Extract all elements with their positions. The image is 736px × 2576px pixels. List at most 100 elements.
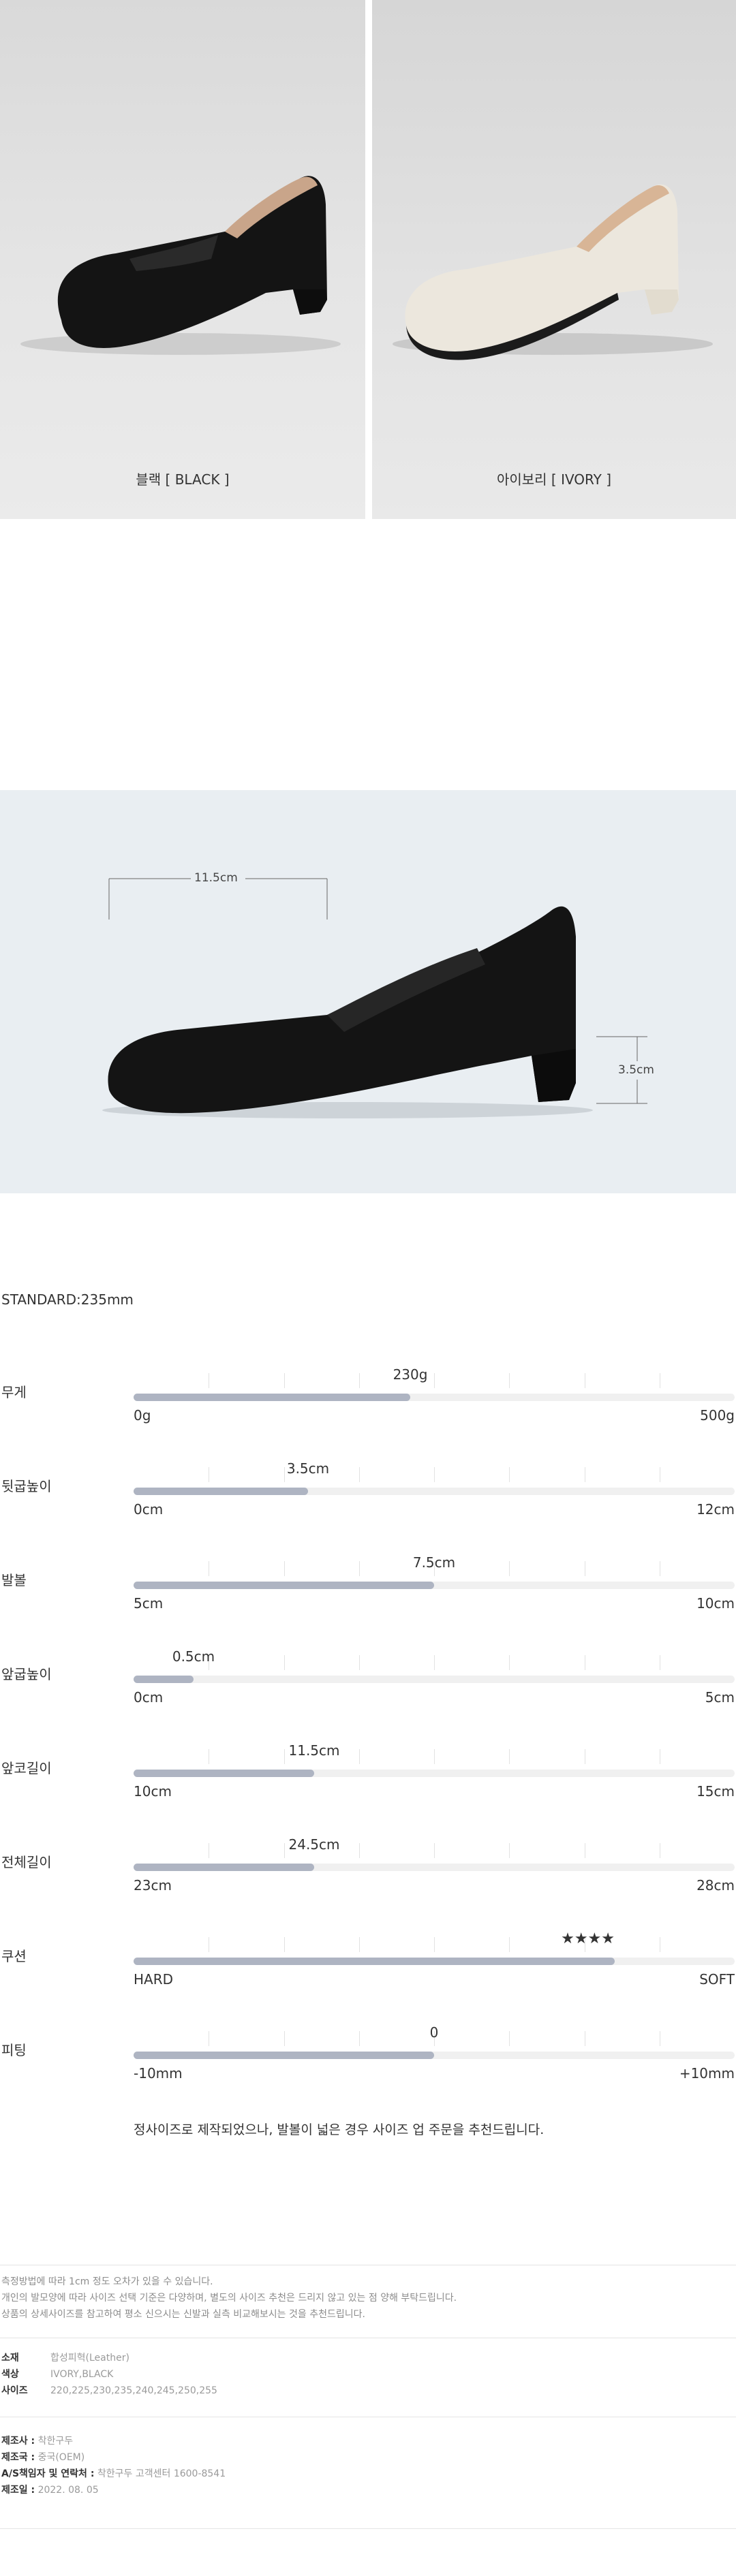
spec-min: HARD xyxy=(134,1971,174,1988)
spec-max: SOFT xyxy=(699,1971,735,1988)
spec-bar-fill xyxy=(134,1958,615,1965)
spec-bar: 24.5cm xyxy=(134,1836,735,1871)
info-label: 제조사 : xyxy=(1,2436,35,2447)
spec-name: 발볼 xyxy=(1,1572,27,1588)
maker-info: 제조사 : 착한구두 제조국 : 중국(OEM) A/S책임자 및 연락처 : … xyxy=(1,2433,226,2498)
info-value: 중국(OEM) xyxy=(37,2452,85,2463)
spec-value: 0.5cm xyxy=(172,1648,215,1665)
spec-bar-fill xyxy=(134,2052,434,2059)
fit-note: 정사이즈로 제작되었으나, 발볼이 넓은 경우 사이즈 업 주문을 추천드립니다… xyxy=(134,2122,545,2137)
spec-max: 500g xyxy=(700,1407,735,1424)
spec-tick xyxy=(509,1373,510,1388)
disclaimer: 측정방법에 따라 1cm 정도 오차가 있을 수 있습니다. 개인의 발모양에 … xyxy=(1,2274,457,2323)
info-value: 2022. 08. 05 xyxy=(37,2485,99,2496)
info-label: 사이즈 xyxy=(1,2385,28,2396)
spec-value: 0 xyxy=(429,2024,439,2041)
spec-max: 28cm xyxy=(696,1877,735,1894)
spec-value: 3.5cm xyxy=(286,1460,330,1477)
spec-bar: 11.5cm xyxy=(134,1742,735,1777)
dimension-photo: 11.5cm 3.5cm xyxy=(0,790,736,1193)
spec-tick xyxy=(283,1749,285,1764)
spec-name: 무게 xyxy=(1,1384,27,1400)
spec-tick xyxy=(434,1749,435,1764)
spec-name: 앞코길이 xyxy=(1,1760,52,1776)
spec-tick xyxy=(358,1843,360,1858)
spec-tick xyxy=(509,1843,510,1858)
disclaimer-line: 측정방법에 따라 1cm 정도 오차가 있을 수 있습니다. xyxy=(1,2276,213,2287)
spec-row: 전체길이 24.5cm 23cm 28cm xyxy=(0,1836,736,1928)
info-label: 제조일 : xyxy=(1,2485,35,2496)
spec-min: 0cm xyxy=(134,1501,164,1518)
disclaimer-line: 개인의 발모양에 따라 사이즈 선택 기준은 다양하며, 별도의 사이즈 추천은… xyxy=(1,2293,457,2304)
product-color-name: 아이보리 xyxy=(496,471,547,488)
product-photo-black: 블랙 [ BLACK ] xyxy=(0,0,365,519)
spec-min: 0cm xyxy=(134,1689,164,1706)
spec-name: 앞굽높이 xyxy=(1,1666,52,1682)
spec-bar-fill xyxy=(134,1394,410,1401)
info-value: IVORY,BLACK xyxy=(50,2369,114,2380)
spec-tick xyxy=(434,1655,435,1670)
spec-name: 쿠션 xyxy=(1,1948,27,1964)
spec-row: 앞굽높이 0.5cm 0cm 5cm xyxy=(0,1648,736,1740)
spec-max: +10mm xyxy=(679,2065,735,2082)
spec-max: 10cm xyxy=(696,1595,735,1612)
spec-tick xyxy=(283,1373,285,1388)
product-color-name: 블랙 xyxy=(136,471,162,488)
info-row: 제조사 : 착한구두 xyxy=(1,2433,226,2449)
ivory-loafer-image xyxy=(393,184,713,360)
spec-min: 5cm xyxy=(134,1595,164,1612)
black-loafer-image xyxy=(20,176,341,355)
spec-tick xyxy=(358,1937,360,1952)
spec-bar-fill xyxy=(134,1864,314,1871)
spec-tick xyxy=(283,1937,285,1952)
spec-min: 23cm xyxy=(134,1877,172,1894)
spec-tick xyxy=(283,1467,285,1482)
spec-tick xyxy=(509,1655,510,1670)
spec-tick xyxy=(283,1561,285,1576)
spec-tick xyxy=(358,1467,360,1482)
product-color-code: [ IVORY ] xyxy=(551,471,612,488)
spec-bar: 0 xyxy=(134,2024,735,2059)
spec-max: 15cm xyxy=(696,1783,735,1800)
spec-value: ★★★★ xyxy=(561,1930,615,1947)
heel-height-label: 3.5cm xyxy=(618,1063,654,1077)
spec-tick xyxy=(434,1843,435,1858)
spec-row: 쿠션 ★★★★ HARD SOFT xyxy=(0,1930,736,2022)
spec-max: 12cm xyxy=(696,1501,735,1518)
info-row: 사이즈 220,225,230,235,240,245,250,255 xyxy=(1,2383,217,2399)
spec-bar-fill xyxy=(134,1770,314,1777)
length-label: 11.5cm xyxy=(194,871,238,885)
caption-ivory: 아이보리 [ IVORY ] xyxy=(372,469,736,488)
spec-value: 11.5cm xyxy=(288,1742,340,1759)
spec-tick xyxy=(283,1843,285,1858)
spec-bar-fill xyxy=(134,1488,308,1495)
spec-tick xyxy=(434,1373,435,1388)
spec-tick xyxy=(358,1655,360,1670)
info-row: 소재 합성피혁(Leather) xyxy=(1,2350,217,2366)
standard-size: STANDARD:235mm xyxy=(1,1291,134,1308)
spec-tick xyxy=(283,2031,285,2046)
info-row: 제조국 : 중국(OEM) xyxy=(1,2449,226,2466)
spec-row: 피팅 0 -10mm +10mm xyxy=(0,2024,736,2116)
spec-tick xyxy=(434,1937,435,1952)
spec-bar: 7.5cm xyxy=(134,1554,735,1589)
info-row: 색상 IVORY,BLACK xyxy=(1,2366,217,2383)
dimension-diagram xyxy=(102,878,647,1118)
spec-tick xyxy=(509,1749,510,1764)
info-label: 소재 xyxy=(1,2353,19,2363)
spec-row: 발볼 7.5cm 5cm 10cm xyxy=(0,1554,736,1646)
product-color-code: [ BLACK ] xyxy=(165,471,230,488)
spec-row: 뒷굽높이 3.5cm 0cm 12cm xyxy=(0,1460,736,1552)
spec-bar: ★★★★ xyxy=(134,1930,735,1965)
spec-bar-fill xyxy=(134,1676,194,1683)
product-info: 소재 합성피혁(Leather) 색상 IVORY,BLACK 사이즈 220,225… xyxy=(1,2350,217,2399)
product-photo-ivory: 아이보리 [ IVORY ] xyxy=(372,0,736,519)
spec-min: 10cm xyxy=(134,1783,172,1800)
info-label: 제조국 : xyxy=(1,2452,35,2463)
spec-bar: 3.5cm xyxy=(134,1460,735,1495)
spec-tick xyxy=(509,1937,510,1952)
spec-tick xyxy=(509,1561,510,1576)
spec-max: 5cm xyxy=(705,1689,735,1706)
spec-row: 앞코길이 11.5cm 10cm 15cm xyxy=(0,1742,736,1834)
info-label: 색상 xyxy=(1,2369,19,2380)
